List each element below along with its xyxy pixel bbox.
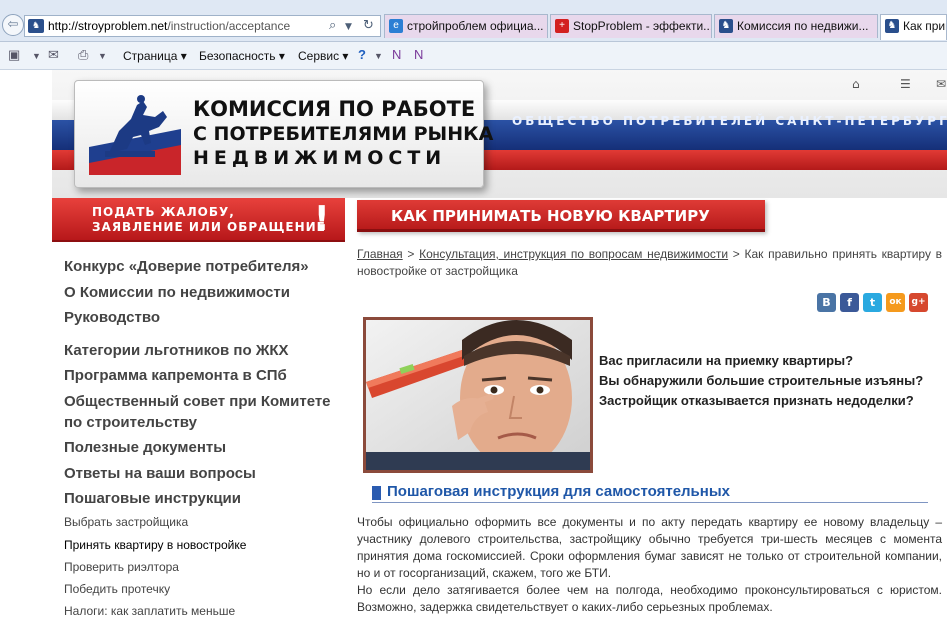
onenote-linked-icon[interactable]: N <box>414 47 423 62</box>
page-menu[interactable]: Страница ▾ <box>123 49 187 63</box>
feed-dropdown-icon[interactable]: ▼ <box>32 51 41 61</box>
browser-tab-bar: ⇦ ♞ http://stroyproblem.net/instruction/… <box>0 0 947 42</box>
horseman-icon: ♞ <box>885 19 899 33</box>
print-icon[interactable]: ⎙ <box>78 47 88 63</box>
address-url: http://stroyproblem.net/instruction/acce… <box>48 19 290 33</box>
breadcrumb-home[interactable]: Главная <box>357 247 403 261</box>
question-2: Вы обнаружили большие строительные изъян… <box>599 373 924 388</box>
nav-capital-repair[interactable]: Программа капремонта в СПб <box>64 367 287 384</box>
article-body: Чтобы официально оформить все документы … <box>357 514 942 616</box>
nav-about[interactable]: О Комиссии по недвижимости <box>64 284 290 301</box>
article-photo <box>363 317 593 473</box>
complaint-text: ПОДАТЬ ЖАЛОБУ, ЗАЯВЛЕНИЕ ИЛИ ОБРАЩЕНИЕ <box>92 205 326 235</box>
googleplus-share-icon[interactable]: g+ <box>909 293 928 312</box>
section-heading: Пошаговая инструкция для самостоятельных <box>372 483 928 503</box>
tab-current[interactable]: ♞ Как прини <box>880 14 947 40</box>
nav-management[interactable]: Руководство <box>64 309 160 326</box>
site-logo[interactable]: КОМИССИЯ ПО РАБОТЕ С ПОТРЕБИТЕЛЯМИ РЫНКА… <box>74 80 493 188</box>
subnav-leak[interactable]: Победить протечку <box>64 582 170 596</box>
help-dropdown-icon[interactable]: ▼ <box>374 51 383 61</box>
print-dropdown-icon[interactable]: ▼ <box>98 51 107 61</box>
sitemap-icon[interactable]: ☰ <box>900 77 911 91</box>
subnav-realtor[interactable]: Проверить риэлтора <box>64 560 179 574</box>
facebook-share-icon[interactable]: f <box>840 293 859 312</box>
twitter-share-icon[interactable]: t <box>863 293 882 312</box>
section-bar-marker <box>372 486 381 500</box>
horseman-icon: ♞ <box>719 19 733 33</box>
nav-contest[interactable]: Конкурс «Доверие потребителя» <box>64 258 309 275</box>
site-favicon-icon: ♞ <box>28 19 44 33</box>
page-title-banner: КАК ПРИНИМАТЬ НОВУЮ КВАРТИРУ <box>357 200 765 232</box>
submit-complaint-button[interactable]: ПОДАТЬ ЖАЛОБУ, ЗАЯВЛЕНИЕ ИЛИ ОБРАЩЕНИЕ ! <box>52 198 345 242</box>
security-menu-label: Безопасность <box>199 49 276 63</box>
tab-label: стройпроблем официа... <box>407 19 544 33</box>
back-button[interactable]: ⇦ <box>2 14 24 36</box>
dropdown-arrow-icon[interactable]: ▼ <box>345 22 352 32</box>
header-tagline: ОБЩЕСТВО ПОТРЕБИТЕЛЕЙ САНКТ-ПЕТЕРБУРГА И <box>512 114 947 128</box>
mail-icon[interactable]: ✉ <box>48 47 59 63</box>
logo-line-1: КОМИССИЯ ПО РАБОТЕ <box>193 97 476 121</box>
complaint-line-2: ЗАЯВЛЕНИЕ ИЛИ ОБРАЩЕНИЕ <box>92 220 326 234</box>
onenote-icon[interactable]: N <box>392 47 401 62</box>
swiss-cross-icon: + <box>555 19 569 33</box>
subnav-taxes[interactable]: Налоги: как заплатить меньше <box>64 604 235 618</box>
nav-instructions[interactable]: Пошаговые инструкции <box>64 490 241 507</box>
tab-label: Комиссия по недвижи... <box>737 19 869 33</box>
intro-questions: Вас пригласили на приемку квартиры? Вы о… <box>599 351 923 411</box>
command-bar: ▣ ▼ ✉ ⎙ ▼ Страница ▾ Безопасность ▾ Серв… <box>0 42 947 70</box>
page-menu-label: Страница <box>123 49 178 63</box>
search-icon[interactable]: ⌕ <box>329 18 336 33</box>
exclamation-icon: ! <box>314 199 330 239</box>
nav-answers[interactable]: Ответы на ваши вопросы <box>64 465 256 482</box>
ie-icon: e <box>389 19 403 33</box>
question-3: Застройщик отказывается признать недодел… <box>599 393 914 408</box>
nav-beneficiaries[interactable]: Категории льготников по ЖКХ <box>64 342 289 359</box>
bronze-horseman-emblem <box>89 95 181 175</box>
tab-commission[interactable]: ♞ Комиссия по недвижи... <box>714 14 878 38</box>
url-path: /instruction/acceptance <box>167 19 291 33</box>
nav-public-council[interactable]: Общественный совет при Комитете <box>64 393 331 410</box>
security-menu[interactable]: Безопасность ▾ <box>199 49 285 63</box>
service-menu-label: Сервис <box>298 49 340 63</box>
mail-icon[interactable]: ✉ <box>936 77 946 91</box>
rss-feed-icon[interactable]: ▣ <box>8 47 20 63</box>
paragraph-1: Чтобы официально оформить все документы … <box>357 515 942 580</box>
web-page: ОБЩЕСТВО ПОТРЕБИТЕЛЕЙ САНКТ-ПЕТЕРБУРГА И… <box>52 70 947 628</box>
tab-label: Как прини <box>903 19 946 33</box>
man-with-level-illustration <box>366 320 590 470</box>
tab-stopproblem[interactable]: + StopProblem - эффекти... <box>550 14 712 38</box>
service-menu[interactable]: Сервис ▾ <box>298 49 348 63</box>
paragraph-2: Но если дело затягивается более чем на п… <box>357 583 942 614</box>
subnav-accept-apartment[interactable]: Принять квартиру в новостройке <box>64 538 246 552</box>
subnav-developer[interactable]: Выбрать застройщика <box>64 515 188 529</box>
help-icon[interactable]: ? <box>358 47 366 62</box>
tab-stroyproblem[interactable]: e стройпроблем официа... <box>384 14 548 38</box>
vk-share-icon[interactable]: В <box>817 293 836 312</box>
url-domain: http://stroyproblem.net <box>48 19 168 33</box>
home-icon[interactable]: ⌂ <box>852 77 860 91</box>
nav-public-council-2[interactable]: по строительству <box>64 414 197 431</box>
breadcrumb: Главная > Консультация, инструкция по во… <box>357 246 942 280</box>
tab-label: StopProblem - эффекти... <box>573 19 712 33</box>
address-bar[interactable]: ♞ http://stroyproblem.net/instruction/ac… <box>24 15 381 37</box>
site-header: ОБЩЕСТВО ПОТРЕБИТЕЛЕЙ САНКТ-ПЕТЕРБУРГА И… <box>52 70 947 198</box>
logo-line-2: С ПОТРЕБИТЕЛЯМИ РЫНКА <box>193 123 494 145</box>
breadcrumb-separator: > <box>732 247 740 261</box>
breadcrumb-section[interactable]: Консультация, инструкция по вопросам нед… <box>419 247 728 261</box>
logo-line-3: НЕДВИЖИМОСТИ <box>193 147 447 169</box>
section-heading-text: Пошаговая инструкция для самостоятельных <box>387 483 730 500</box>
refresh-icon[interactable]: ↻ <box>363 18 374 33</box>
question-1: Вас пригласили на приемку квартиры? <box>599 353 854 368</box>
complaint-line-1: ПОДАТЬ ЖАЛОБУ, <box>92 205 235 219</box>
breadcrumb-separator: > <box>407 247 415 261</box>
nav-documents[interactable]: Полезные документы <box>64 439 226 456</box>
odnoklassniki-share-icon[interactable]: ок <box>886 293 905 312</box>
page-title: КАК ПРИНИМАТЬ НОВУЮ КВАРТИРУ <box>391 207 710 225</box>
